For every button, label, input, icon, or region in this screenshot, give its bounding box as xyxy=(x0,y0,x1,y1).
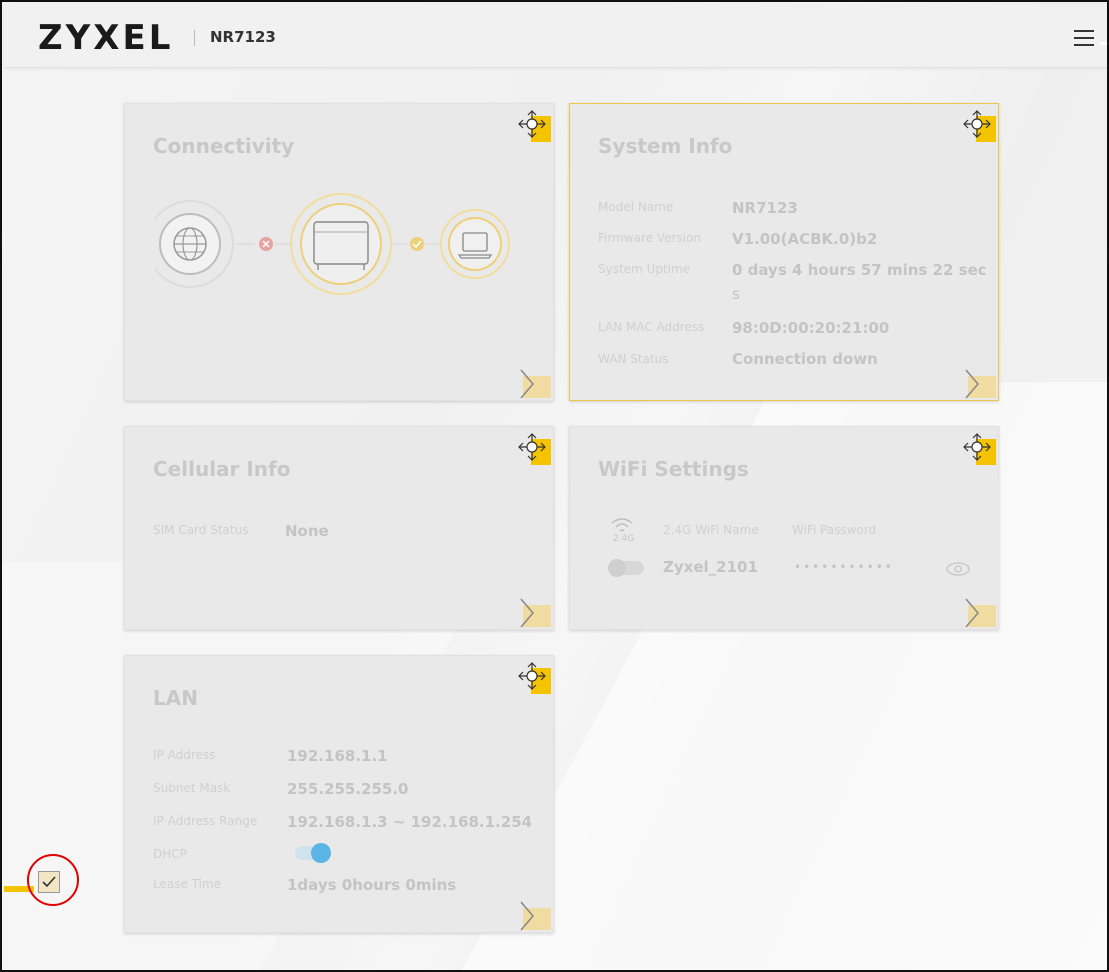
wifi-password-header: WiFi Password xyxy=(792,523,877,537)
card-details-arrow-icon[interactable] xyxy=(517,900,551,931)
wifi-band-label: 2.4G xyxy=(613,534,635,544)
connectivity-card: Connectivity xyxy=(124,103,554,401)
lan-card: LAN IP Address 192.168.1.1 Subnet Mask 2… xyxy=(124,655,554,933)
wifi-name-header: 2.4G WiFi Name xyxy=(663,523,759,537)
header-divider xyxy=(194,30,195,46)
subnet-mask-value: 255.255.255.0 xyxy=(287,780,409,798)
system-info-card: System Info Model Name NR7123 Firmware V… xyxy=(569,103,999,401)
dhcp-toggle[interactable] xyxy=(295,843,331,863)
lan-mac-value: 98:0D:00:20:21:00 xyxy=(732,319,890,337)
card-details-arrow-icon[interactable] xyxy=(962,597,996,628)
move-handle-icon[interactable] xyxy=(958,427,998,467)
card-title: WiFi Settings xyxy=(598,457,749,481)
sim-card-status-value: None xyxy=(285,522,329,540)
wifi-ssid-value: Zyxel_2101 xyxy=(663,558,758,576)
move-handle-icon[interactable] xyxy=(958,104,998,144)
dhcp-label: DHCP xyxy=(153,847,187,861)
card-details-arrow-icon[interactable] xyxy=(517,368,551,399)
ip-address-label: IP Address xyxy=(153,748,216,762)
move-handle-icon[interactable] xyxy=(513,104,553,144)
firmware-version-value: V1.00(ACBK.0)b2 xyxy=(732,230,878,248)
lease-time-label: Lease Time xyxy=(153,877,222,891)
ip-range-value: 192.168.1.3 ~ 192.168.1.254 xyxy=(287,813,533,831)
lease-time-value: 1days 0hours 0mins xyxy=(287,876,457,894)
ip-address-value: 192.168.1.1 xyxy=(287,747,388,765)
card-title: LAN xyxy=(153,686,198,710)
header-edge-mark xyxy=(1100,42,1107,45)
lan-mac-label: LAN MAC Address xyxy=(598,320,705,334)
system-uptime-value-cont: s xyxy=(732,285,740,303)
wifi-enable-toggle[interactable] xyxy=(608,559,644,577)
wifi-signal-icon xyxy=(611,518,633,532)
model-name-value: NR7123 xyxy=(732,199,798,217)
zyxel-logo: ZYXEL xyxy=(38,18,174,58)
top-header: ZYXEL NR7123 xyxy=(4,4,1107,68)
system-uptime-value: 0 days 4 hours 57 mins 22 sec xyxy=(732,261,987,279)
show-password-eye-icon[interactable] xyxy=(946,561,970,577)
cellular-info-card: Cellular Info SIM Card Status None xyxy=(124,426,554,630)
sim-card-status-label: SIM Card Status xyxy=(153,523,249,537)
annotation-highlight-circle xyxy=(27,854,79,906)
device-model: NR7123 xyxy=(210,28,276,46)
firmware-version-label: Firmware Version xyxy=(598,231,701,245)
wan-status-label: WAN Status xyxy=(598,352,669,366)
wan-status-value: Connection down xyxy=(732,350,878,368)
menu-icon[interactable] xyxy=(1074,30,1094,46)
ip-range-label: IP Address Range xyxy=(153,814,258,828)
app-frame: ZYXEL NR7123 Connectivity System Info Mo… xyxy=(0,0,1109,972)
wifi-settings-card: WiFi Settings 2.4G 2.4G WiFi Name WiFi P… xyxy=(569,426,999,630)
card-details-arrow-icon[interactable] xyxy=(962,368,996,399)
move-handle-icon[interactable] xyxy=(513,427,553,467)
card-title: System Info xyxy=(598,134,733,158)
subnet-mask-label: Subnet Mask xyxy=(153,781,231,795)
connectivity-diagram xyxy=(155,193,510,295)
card-details-arrow-icon[interactable] xyxy=(517,597,551,628)
card-title: Connectivity xyxy=(153,134,295,158)
card-title: Cellular Info xyxy=(153,457,291,481)
move-handle-icon[interactable] xyxy=(513,656,553,696)
model-name-label: Model Name xyxy=(598,200,674,214)
system-uptime-label: System Uptime xyxy=(598,262,691,276)
wifi-password-value: ••••••••••• xyxy=(794,560,894,574)
